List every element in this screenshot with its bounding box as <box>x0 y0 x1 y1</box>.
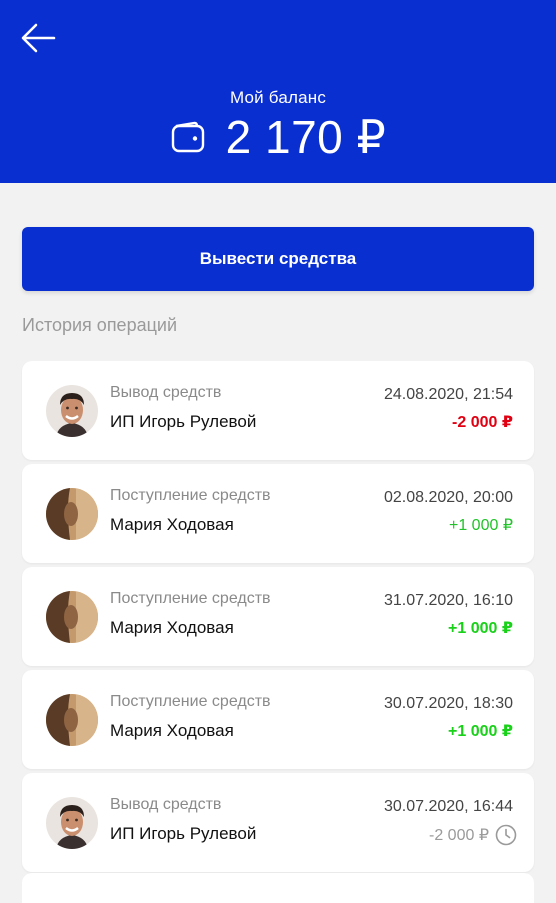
wallet-icon <box>171 121 204 153</box>
operation-type: Вывод средств <box>110 384 222 401</box>
operation-date: 24.08.2020, 21:54 <box>383 386 513 403</box>
woman-portrait <box>46 488 98 540</box>
operation-item[interactable]: Вывод средств ИП Игорь Рулевой 30.07.202… <box>22 773 534 872</box>
woman-portrait <box>46 694 98 746</box>
history-title: История операций <box>22 315 178 335</box>
balance-label: Мой баланс <box>229 88 327 107</box>
operation-counterparty: ИП Игорь Рулевой <box>110 412 257 431</box>
clock-icon <box>495 824 517 846</box>
amount-value: +1 000 ₽ <box>448 723 513 740</box>
operation-amount: +1 000 ₽ <box>449 515 513 535</box>
operation-item[interactable]: Поступление средств Мария Ходовая 02.08.… <box>22 464 534 563</box>
operation-date: 02.08.2020, 20:00 <box>383 489 513 506</box>
amount-value: +1 000 ₽ <box>448 620 513 637</box>
man-portrait <box>46 385 98 437</box>
operation-type: Поступление средств <box>110 487 271 504</box>
avatar <box>46 385 98 437</box>
operation-amount: -2 000 ₽ <box>452 412 513 432</box>
operation-date: 31.07.2020, 16:10 <box>383 592 513 609</box>
operation-type: Поступление средств <box>110 693 271 710</box>
avatar <box>46 591 98 643</box>
back-arrow-icon[interactable] <box>20 22 56 54</box>
operation-date: 30.07.2020, 18:30 <box>383 695 513 712</box>
operation-type: Поступление средств <box>110 590 271 607</box>
amount-value: -2 000 ₽ <box>429 827 489 844</box>
operation-counterparty: Мария Ходовая <box>110 618 234 637</box>
amount-value: +1 000 ₽ <box>448 517 513 534</box>
avatar <box>46 694 98 746</box>
woman-portrait <box>46 591 98 643</box>
balance-row: 2 170 ₽ <box>0 110 556 164</box>
operation-counterparty: Мария Ходовая <box>110 721 234 740</box>
operation-item[interactable]: Вывод средств ИП Игорь Рулевой 24.08.202… <box>22 361 534 460</box>
operation-date: 30.07.2020, 16:44 <box>383 798 513 815</box>
operation-amount: -2 000 ₽ <box>429 824 517 846</box>
man-portrait <box>46 797 98 849</box>
operation-item[interactable]: Поступление средств Мария Ходовая 30.07.… <box>22 670 534 769</box>
operation-amount: +1 000 ₽ <box>448 618 513 638</box>
avatar <box>46 797 98 849</box>
operation-item-partial[interactable] <box>22 873 534 903</box>
operations-list: Вывод средств ИП Игорь Рулевой 24.08.202… <box>22 361 534 876</box>
avatar <box>46 488 98 540</box>
balance-amount: 2 170 ₽ <box>225 111 387 163</box>
operation-amount: +1 000 ₽ <box>448 721 513 741</box>
operation-counterparty: Мария Ходовая <box>110 515 234 534</box>
operation-type: Вывод средств <box>110 796 222 813</box>
operation-counterparty: ИП Игорь Рулевой <box>110 824 257 843</box>
withdraw-funds-button[interactable]: Вывести средства <box>22 227 534 291</box>
balance-header: Мой баланс 2 170 ₽ <box>0 0 556 183</box>
amount-value: -2 000 ₽ <box>452 414 513 431</box>
operation-item[interactable]: Поступление средств Мария Ходовая 31.07.… <box>22 567 534 666</box>
